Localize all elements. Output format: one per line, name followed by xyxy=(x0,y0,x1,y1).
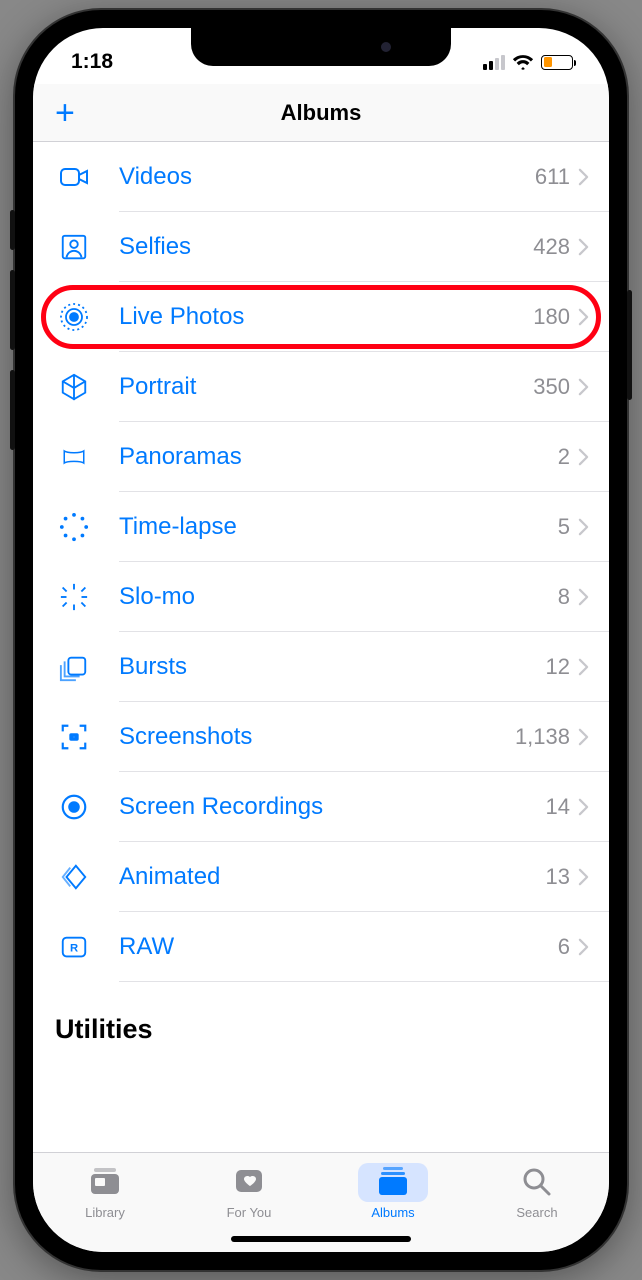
tab-search[interactable]: Search xyxy=(465,1163,609,1252)
tab-label: Search xyxy=(516,1205,557,1220)
screen: 1:18 + Albums Videos611Selfies428Live Ph… xyxy=(33,28,609,1252)
chevron-right-icon xyxy=(578,518,589,536)
panorama-icon xyxy=(55,438,93,476)
bursts-icon xyxy=(55,648,93,686)
album-row-live-photos[interactable]: Live Photos180 xyxy=(33,282,609,352)
timelapse-icon xyxy=(55,508,93,546)
portrait-icon xyxy=(55,368,93,406)
album-label: Panoramas xyxy=(119,443,558,471)
album-count: 428 xyxy=(533,234,570,260)
notch xyxy=(191,28,451,66)
cellular-icon xyxy=(483,55,505,70)
album-label: Screenshots xyxy=(119,723,515,751)
album-row-selfies[interactable]: Selfies428 xyxy=(33,212,609,282)
album-row-raw[interactable]: R RAW6 xyxy=(33,912,609,982)
chevron-right-icon xyxy=(578,938,589,956)
tab-label: For You xyxy=(227,1205,272,1220)
animated-icon xyxy=(55,858,93,896)
chevron-right-icon xyxy=(578,238,589,256)
foryou-tab-icon xyxy=(232,1184,266,1199)
screenrec-icon xyxy=(55,788,93,826)
chevron-right-icon xyxy=(578,798,589,816)
selfie-icon xyxy=(55,228,93,266)
nav-header: + Albums xyxy=(33,84,609,142)
phone-frame: 1:18 + Albums Videos611Selfies428Live Ph… xyxy=(15,10,627,1270)
album-count: 2 xyxy=(558,444,570,470)
album-label: Slo-mo xyxy=(119,583,558,611)
album-label: Animated xyxy=(119,863,546,891)
album-label: Videos xyxy=(119,163,535,191)
chevron-right-icon xyxy=(578,728,589,746)
library-tab-icon xyxy=(88,1184,122,1199)
tab-library[interactable]: Library xyxy=(33,1163,177,1252)
album-count: 611 xyxy=(535,164,570,190)
status-time: 1:18 xyxy=(71,50,113,74)
album-list[interactable]: Videos611Selfies428Live Photos180Portrai… xyxy=(33,142,609,1152)
search-tab-icon xyxy=(520,1184,554,1199)
tab-label: Albums xyxy=(371,1205,414,1220)
album-count: 14 xyxy=(546,794,570,820)
album-count: 1,138 xyxy=(515,724,570,750)
raw-icon: R xyxy=(55,928,93,966)
utilities-header: Utilities xyxy=(33,982,609,1055)
album-row-portrait[interactable]: Portrait350 xyxy=(33,352,609,422)
album-row-slo-mo[interactable]: Slo-mo8 xyxy=(33,562,609,632)
album-row-screenshots[interactable]: Screenshots1,138 xyxy=(33,702,609,772)
home-indicator[interactable] xyxy=(231,1236,411,1242)
album-count: 180 xyxy=(533,304,570,330)
album-row-panoramas[interactable]: Panoramas2 xyxy=(33,422,609,492)
chevron-right-icon xyxy=(578,868,589,886)
album-row-time-lapse[interactable]: Time-lapse5 xyxy=(33,492,609,562)
album-count: 12 xyxy=(546,654,570,680)
chevron-right-icon xyxy=(578,588,589,606)
chevron-right-icon xyxy=(578,448,589,466)
album-label: RAW xyxy=(119,933,558,961)
battery-icon xyxy=(541,55,573,70)
album-count: 350 xyxy=(533,374,570,400)
video-icon xyxy=(55,158,93,196)
album-row-bursts[interactable]: Bursts12 xyxy=(33,632,609,702)
add-button[interactable]: + xyxy=(55,96,75,130)
svg-text:R: R xyxy=(70,943,78,955)
album-count: 13 xyxy=(546,864,570,890)
album-row-screen-recordings[interactable]: Screen Recordings14 xyxy=(33,772,609,842)
chevron-right-icon xyxy=(578,658,589,676)
album-label: Screen Recordings xyxy=(119,793,546,821)
album-label: Time-lapse xyxy=(119,513,558,541)
album-count: 8 xyxy=(558,584,570,610)
album-label: Bursts xyxy=(119,653,546,681)
album-label: Portrait xyxy=(119,373,533,401)
album-label: Selfies xyxy=(119,233,533,261)
slomo-icon xyxy=(55,578,93,616)
page-title: Albums xyxy=(281,100,362,126)
tab-bar: Library For You Albums Search xyxy=(33,1152,609,1252)
album-row-animated[interactable]: Animated13 xyxy=(33,842,609,912)
chevron-right-icon xyxy=(578,378,589,396)
tab-label: Library xyxy=(85,1205,125,1220)
album-count: 6 xyxy=(558,934,570,960)
chevron-right-icon xyxy=(578,308,589,326)
album-count: 5 xyxy=(558,514,570,540)
album-label: Live Photos xyxy=(119,303,533,331)
screenshots-icon xyxy=(55,718,93,756)
wifi-icon xyxy=(512,53,534,71)
chevron-right-icon xyxy=(578,168,589,186)
album-row-videos[interactable]: Videos611 xyxy=(33,142,609,212)
livephoto-icon xyxy=(55,298,93,336)
albums-tab-icon xyxy=(376,1184,410,1199)
